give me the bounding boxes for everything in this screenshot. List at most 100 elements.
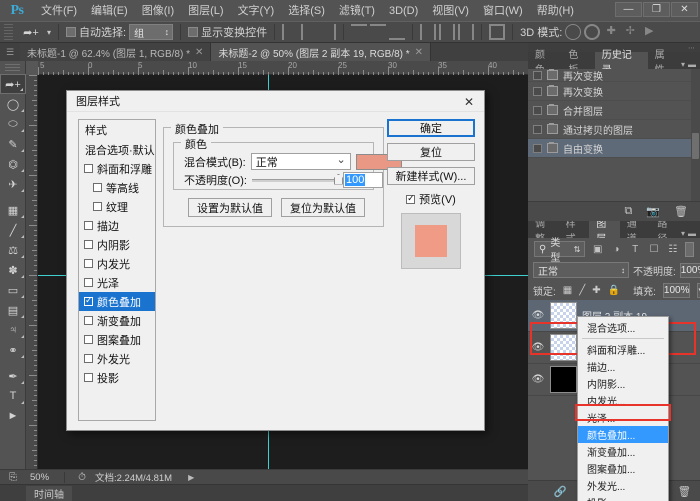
auto-align-layers-icon[interactable] — [489, 24, 506, 40]
menu-select[interactable]: 选择(S) — [281, 1, 332, 21]
eyedropper-tool[interactable]: ✈ — [0, 174, 26, 194]
filter-toggle-switch[interactable] — [685, 241, 694, 257]
horizontal-ruler[interactable]: 5 0 5 10 15 20 25 30 35 40 — [0, 61, 528, 75]
slide-3d-icon[interactable]: ✢ — [622, 24, 638, 40]
ctx-gradient-overlay[interactable]: 渐变叠加... — [578, 443, 668, 460]
align-bottom-edges-icon[interactable] — [389, 24, 406, 40]
style-checkbox[interactable] — [84, 221, 93, 230]
marquee-tool[interactable]: ◯ — [0, 94, 26, 114]
move-tool[interactable]: ➦+ — [0, 74, 26, 94]
history-item-0[interactable]: 再次变换 — [528, 69, 691, 82]
style-checkbox[interactable] — [84, 259, 93, 268]
style-checkbox[interactable] — [84, 354, 93, 363]
eye-icon[interactable]: 👁 — [531, 310, 545, 321]
distribute-left-icon[interactable] — [420, 24, 437, 40]
vertical-ruler[interactable] — [26, 75, 38, 471]
ctx-inner-shadow[interactable]: 内阴影... — [578, 375, 668, 392]
eye-icon[interactable]: 👁 — [531, 342, 545, 353]
type-tool[interactable]: T — [0, 386, 26, 406]
history-snapshot-checkbox[interactable] — [533, 70, 542, 80]
style-item-texture[interactable]: 纹理 — [79, 197, 155, 216]
path-select-tool[interactable]: ► — [0, 406, 26, 426]
new-style-button[interactable]: 新建样式(W)... — [387, 167, 475, 185]
scale-3d-icon[interactable]: ▶ — [641, 24, 657, 40]
menu-window[interactable]: 窗口(W) — [476, 1, 530, 21]
adjustment-filter-icon[interactable]: ◑ — [610, 243, 623, 256]
auto-select-checkbox[interactable] — [66, 27, 77, 37]
brush-tool[interactable]: ╱ — [0, 220, 26, 240]
style-item-outer-glow[interactable]: 外发光 — [79, 349, 155, 368]
pixel-filter-icon[interactable]: ▣ — [591, 243, 604, 256]
layer-fill-value[interactable]: 100% — [662, 282, 691, 298]
eraser-tool[interactable]: ▭ — [0, 280, 26, 300]
menu-3d[interactable]: 3D(D) — [382, 1, 425, 21]
tool-preset-chevron-icon[interactable]: ▾ — [47, 28, 51, 37]
roll-3d-icon[interactable] — [584, 24, 601, 40]
history-brush-tool[interactable]: ✽ — [0, 260, 26, 280]
layers-panel-menu[interactable]: ▾ ▬ — [681, 229, 700, 238]
quick-select-tool[interactable]: ✎ — [0, 134, 26, 154]
history-scrollbar-thumb[interactable] — [692, 133, 699, 159]
style-checkbox[interactable] — [84, 335, 93, 344]
new-document-icon[interactable]: ⧉ — [624, 205, 632, 218]
lasso-tool[interactable]: ⬭ — [0, 114, 26, 134]
style-checkbox[interactable] — [93, 202, 102, 211]
history-item-2[interactable]: 合并图层 — [528, 101, 691, 120]
style-item-inner-shadow[interactable]: 内阴影 — [79, 235, 155, 254]
style-checkbox[interactable] — [93, 183, 102, 192]
layer-thumbnail[interactable] — [550, 334, 577, 361]
lock-image-pixels-icon[interactable]: ╱ — [579, 285, 585, 296]
style-item-gradient-overlay[interactable]: 渐变叠加 — [79, 311, 155, 330]
document-tab-2-close-icon[interactable]: ✕ — [415, 47, 423, 58]
set-as-default-button[interactable]: 设置为默认值 — [188, 198, 272, 217]
tab-swatches[interactable]: 色板 — [561, 50, 595, 76]
document-tab-1[interactable]: 未标题-1 @ 62.4% (图层 1, RGB/8) * ✕ — [20, 43, 212, 61]
opacity-slider-knob[interactable] — [333, 173, 343, 185]
history-scrollbar[interactable] — [691, 69, 700, 201]
style-item-inner-glow[interactable]: 内发光 — [79, 254, 155, 273]
shape-filter-icon[interactable]: ☐ — [648, 243, 661, 256]
tab-history[interactable]: 历史记录 — [594, 50, 648, 76]
ok-button[interactable]: 确定 — [387, 119, 475, 137]
auto-select-scope-dropdown[interactable]: 组 — [129, 24, 174, 40]
camera-icon[interactable]: 📷 — [646, 205, 660, 218]
delete-icon[interactable]: 🗑 — [678, 485, 691, 498]
distribute-right-icon[interactable] — [458, 24, 475, 40]
style-item-satin[interactable]: 光泽 — [79, 273, 155, 292]
history-snapshot-checkbox[interactable] — [533, 86, 542, 96]
tab-paths[interactable]: 路径 — [650, 219, 681, 245]
close-button[interactable]: ✕ — [671, 2, 698, 17]
minimize-button[interactable]: — — [615, 2, 642, 17]
screen-mode-icon[interactable]: ⎘ — [0, 470, 26, 485]
opacity-input[interactable]: 100 — [342, 172, 383, 188]
style-item-contour[interactable]: 等高线 — [79, 178, 155, 197]
menu-type[interactable]: 文字(Y) — [231, 1, 282, 21]
layer-thumbnail[interactable] — [550, 366, 577, 393]
align-vertical-centers-icon[interactable] — [370, 24, 387, 40]
style-item-color-overlay[interactable]: 颜色叠加 — [79, 292, 155, 311]
pen-tool[interactable]: ✒ — [0, 366, 26, 386]
crop-tool[interactable]: ⏣ — [0, 154, 26, 174]
tab-timeline[interactable]: 时间轴 — [26, 485, 72, 501]
healing-brush-tool[interactable]: ▦ — [0, 200, 26, 220]
options-bar-grip[interactable] — [4, 24, 13, 40]
blend-mode-dropdown[interactable]: 正常 — [250, 153, 351, 170]
gradient-tool[interactable]: ▤ — [0, 300, 26, 320]
tab-layers[interactable]: 图层 — [589, 219, 620, 245]
history-snapshot-checkbox[interactable] — [533, 124, 542, 134]
align-right-edges-icon[interactable] — [320, 24, 337, 40]
dialog-close-button[interactable]: ✕ — [454, 91, 484, 112]
ctx-satin[interactable]: 光泽... — [578, 409, 668, 426]
document-tab-1-close-icon[interactable]: ✕ — [195, 47, 203, 58]
style-item-bevel-emboss[interactable]: 斜面和浮雕 — [79, 159, 155, 178]
menu-layer[interactable]: 图层(L) — [181, 1, 230, 21]
drag-3d-icon[interactable]: ✚ — [603, 24, 619, 40]
status-expand-icon[interactable]: ▶ — [188, 473, 194, 482]
tab-bar-grip[interactable]: ☰ — [0, 43, 20, 61]
layer-thumbnail[interactable] — [550, 302, 577, 329]
style-item-blending-options[interactable]: 混合选项·默认 — [79, 140, 155, 159]
align-top-edges-icon[interactable] — [351, 24, 368, 40]
history-item-1[interactable]: 再次变换 — [528, 82, 691, 101]
ctx-color-overlay[interactable]: 颜色叠加... — [578, 426, 668, 443]
style-item-stroke[interactable]: 描边 — [79, 216, 155, 235]
